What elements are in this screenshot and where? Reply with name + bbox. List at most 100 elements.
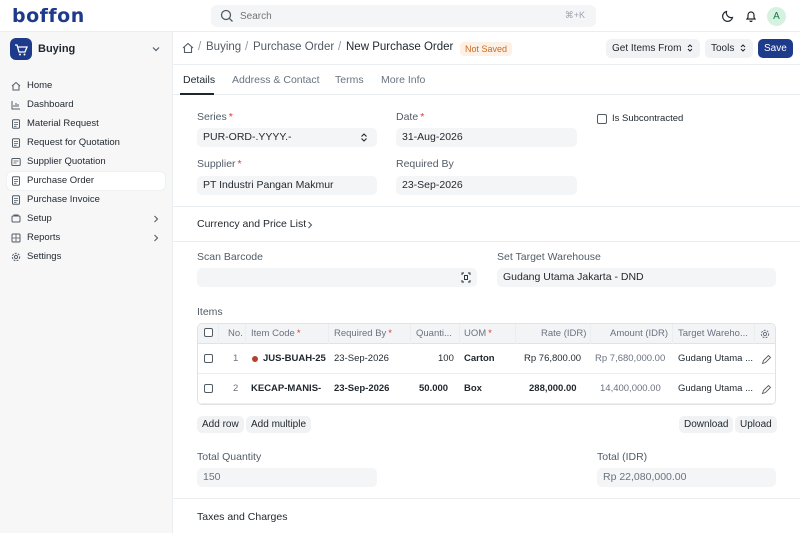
sidebar-item-material-request[interactable]: Material Request <box>7 115 165 133</box>
sidebar-item-dashboard[interactable]: Dashboard <box>7 96 165 114</box>
row-required-by[interactable]: 23-Sep-2026 <box>334 353 389 364</box>
row-rate[interactable]: 288,000.00 <box>529 383 577 394</box>
date-input[interactable]: 31-Aug-2026 <box>396 128 577 147</box>
row-checkbox[interactable] <box>204 384 213 393</box>
row-warehouse[interactable]: Gudang Utama ... <box>678 383 753 394</box>
get-items-from-button[interactable]: Get Items From <box>606 39 701 58</box>
search-icon <box>220 9 233 22</box>
search-shortcut: ⌘+K <box>564 10 585 20</box>
tab-terms[interactable]: Terms <box>335 74 364 86</box>
sidebar-item-label: Settings <box>27 251 62 262</box>
search-bar[interactable]: ⌘+K <box>211 5 596 27</box>
col-quantity: Quanti... <box>416 328 452 339</box>
tools-button[interactable]: Tools <box>705 39 754 58</box>
page-header: / Buying / Purchase Order / New Purchase… <box>173 32 800 65</box>
updown-icon <box>688 44 693 53</box>
series-value: PUR-ORD-.YYYY.- <box>203 131 292 143</box>
sidebar-item-label: Purchase Order <box>27 175 95 186</box>
supplier-input[interactable]: PT Industri Pangan Makmur <box>197 176 377 195</box>
tab-details[interactable]: Details <box>183 74 215 86</box>
workspace-switcher[interactable]: Buying <box>10 38 165 60</box>
chevron-right-icon[interactable] <box>305 220 315 230</box>
select-all-checkbox[interactable] <box>204 328 213 337</box>
required-by-input[interactable]: 23-Sep-2026 <box>396 176 577 195</box>
is-subcontracted-checkbox[interactable] <box>597 114 607 124</box>
supplier-label: Supplier * <box>197 158 242 170</box>
tab-more-info[interactable]: More Info <box>381 74 425 86</box>
col-target-warehouse: Target Wareho... <box>678 328 748 339</box>
grid-icon <box>11 233 21 243</box>
row-quantity[interactable]: 100 <box>438 353 454 364</box>
file-icon <box>12 138 20 148</box>
sidebar-item-settings[interactable]: Settings <box>7 248 165 266</box>
row-warehouse[interactable]: Gudang Utama ... <box>678 353 753 364</box>
total-quantity-label: Total Quantity <box>197 451 262 463</box>
sidebar-item-label: Reports <box>27 232 61 243</box>
sidebar-item-label: Purchase Invoice <box>27 194 100 205</box>
row-checkbox[interactable] <box>204 354 213 363</box>
breadcrumb-separator: / <box>198 41 202 53</box>
row-amount: Rp 7,680,000.00 <box>595 353 666 364</box>
scan-barcode-input[interactable] <box>197 268 477 287</box>
sidebar-item-rfq[interactable]: Request for Quotation <box>7 134 165 152</box>
home-icon[interactable] <box>182 42 194 54</box>
series-select[interactable]: PUR-ORD-.YYYY.- <box>197 128 377 147</box>
col-required-by: Required By * <box>334 328 392 339</box>
setup-icon <box>11 214 21 223</box>
taxes-section-title[interactable]: Taxes and Charges <box>197 511 287 523</box>
total-quantity-value: 150 <box>197 468 377 487</box>
file-icon <box>12 195 20 205</box>
table-row[interactable]: 2 KECAP-MANIS- 23-Sep-2026 50.000 Box 28… <box>198 374 775 404</box>
row-quantity[interactable]: 50.000 <box>419 383 448 394</box>
cart-icon <box>10 38 32 60</box>
app-logo[interactable]: boffon <box>12 5 85 27</box>
row-required-by[interactable]: 23-Sep-2026 <box>334 383 389 394</box>
edit-icon[interactable] <box>761 385 771 395</box>
form-tabs: Details Address & Contact Terms More Inf… <box>173 66 800 95</box>
target-warehouse-input[interactable]: Gudang Utama Jakarta - DND <box>497 268 776 287</box>
updown-icon <box>741 44 746 53</box>
sidebar-item-home[interactable]: Home <box>7 77 165 95</box>
upload-button[interactable]: Upload <box>735 416 777 433</box>
row-item-code[interactable]: KECAP-MANIS- <box>251 383 321 394</box>
download-button[interactable]: Download <box>679 416 734 433</box>
button-label: Get Items From <box>612 43 682 54</box>
gear-icon <box>11 252 21 262</box>
col-uom: UOM * <box>464 328 492 339</box>
row-uom[interactable]: Carton <box>464 353 495 364</box>
sidebar-item-reports[interactable]: Reports <box>7 229 165 247</box>
chevron-right-icon <box>154 215 159 223</box>
add-row-button[interactable]: Add row <box>197 416 244 433</box>
row-amount: 14,400,000.00 <box>600 383 661 394</box>
user-avatar[interactable]: A <box>767 7 786 26</box>
sidebar-item-purchase-order[interactable]: Purchase Order <box>7 172 165 190</box>
is-subcontracted-label: Is Subcontracted <box>612 113 684 124</box>
sidebar-item-supplier-quotation[interactable]: Supplier Quotation <box>7 153 165 171</box>
sidebar-item-purchase-invoice[interactable]: Purchase Invoice <box>7 191 165 209</box>
sidebar-item-setup[interactable]: Setup <box>7 210 165 228</box>
row-rate[interactable]: Rp 76,800.00 <box>524 353 581 364</box>
home-icon <box>11 81 21 91</box>
file-icon <box>12 176 20 186</box>
breadcrumb-separator: / <box>338 41 342 53</box>
sidebar-item-label: Dashboard <box>27 99 74 110</box>
file-icon <box>12 119 20 129</box>
row-item-code[interactable]: JUS-BUAH-25 <box>263 353 326 364</box>
col-rate: Rate (IDR) <box>541 328 587 339</box>
currency-section-toggle[interactable]: Currency and Price List <box>197 218 306 230</box>
sidebar-item-label: Request for Quotation <box>27 137 120 148</box>
table-row[interactable]: 1 JUS-BUAH-25 23-Sep-2026 100 Carton Rp … <box>198 344 775 374</box>
add-multiple-button[interactable]: Add multiple <box>246 416 312 433</box>
gear-icon[interactable] <box>760 329 770 339</box>
breadcrumb-purchase-order[interactable]: Purchase Order <box>253 41 334 53</box>
search-input[interactable] <box>240 8 540 24</box>
moon-icon[interactable] <box>721 9 735 23</box>
bell-icon[interactable] <box>744 9 758 23</box>
save-button[interactable]: Save <box>758 39 793 58</box>
edit-icon[interactable] <box>761 355 771 365</box>
barcode-scan-icon[interactable] <box>461 272 471 283</box>
button-label: Tools <box>711 43 735 54</box>
breadcrumb-buying[interactable]: Buying <box>206 41 241 53</box>
tab-address-contact[interactable]: Address & Contact <box>232 74 320 86</box>
row-uom[interactable]: Box <box>464 383 482 394</box>
